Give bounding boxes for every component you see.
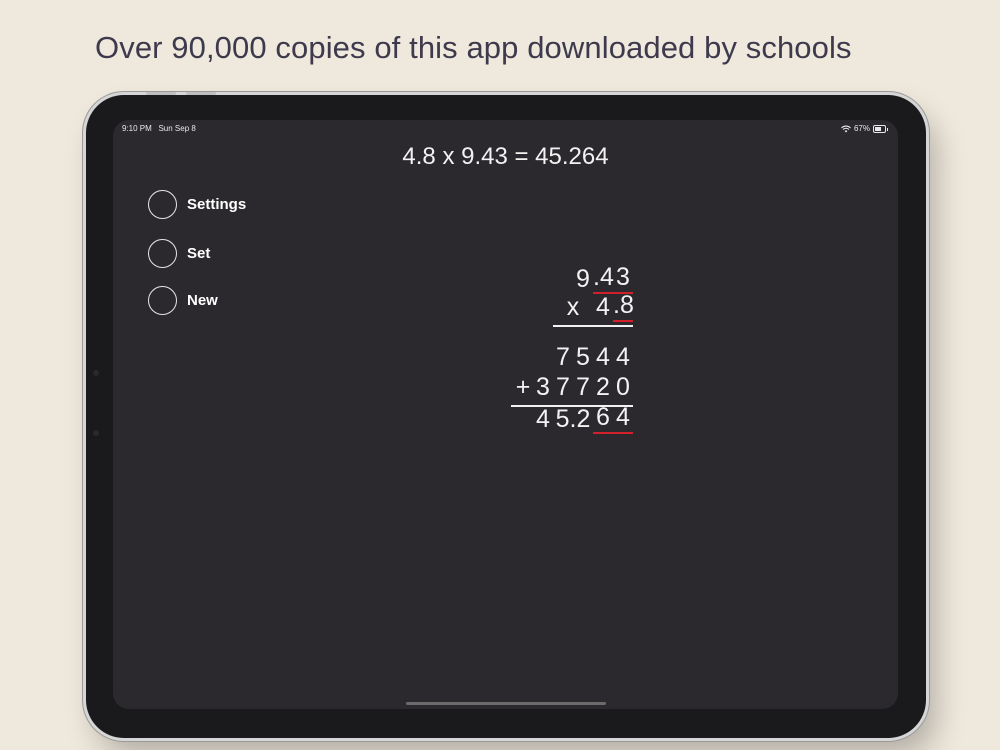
app-screen: 9:10 PM Sun Sep 8 67% 4.8 x 9.43 = 45.26…: [113, 120, 898, 709]
battery-icon: [873, 124, 888, 133]
digit: 4: [616, 343, 630, 371]
headline: Over 90,000 copies of this app downloade…: [95, 30, 852, 65]
new-label: New: [187, 292, 218, 309]
battery-percent: 67%: [853, 124, 870, 133]
digit: 4: [596, 343, 610, 371]
status-bar-left: 9:10 PM Sun Sep 8: [122, 124, 196, 133]
digit: 7: [556, 343, 570, 371]
status-time: 9:10 PM: [122, 124, 152, 133]
partial-product-row: 7 5 4 4: [553, 343, 633, 372]
set-label: Set: [187, 245, 211, 262]
sensor-icon: [93, 430, 99, 436]
new-button[interactable]: New: [148, 286, 218, 315]
digit: 7: [576, 373, 590, 401]
wifi-icon: [841, 125, 851, 132]
radio-circle-icon: [148, 286, 177, 315]
hardware-button: [146, 92, 176, 95]
equation-title: 4.8 x 9.43 = 45.264: [402, 143, 609, 170]
ipad-frame: 9:10 PM Sun Sep 8 67% 4.8 x 9.43 = 45.26…: [86, 92, 926, 738]
digit: 2: [596, 373, 610, 401]
digit: 3: [613, 265, 633, 294]
digit: 0: [616, 373, 630, 401]
digit: 4: [613, 405, 633, 434]
home-indicator[interactable]: [406, 702, 606, 705]
multiplier-row: x 4 .8: [553, 293, 634, 322]
status-date: Sun Sep 8: [158, 124, 196, 133]
status-bar-right: 67%: [841, 124, 888, 133]
radio-circle-icon: [148, 190, 177, 219]
partial-product-row: + 3 7 7 2 0: [513, 373, 633, 402]
digit: 6: [593, 405, 613, 434]
long-multiplication: 9 .4 3 x 4 .8 7 5 4 4 + 3 7 7 2 0 4 5.2 …: [498, 265, 634, 445]
radio-circle-icon: [148, 239, 177, 268]
camera-icon: [93, 370, 99, 376]
digit: 5: [576, 343, 590, 371]
settings-label: Settings: [187, 196, 247, 213]
digit: 4: [596, 293, 610, 321]
result-row: 4 5.2 6 4: [533, 405, 633, 434]
settings-button[interactable]: Settings: [148, 190, 246, 219]
multiply-operator: x: [566, 293, 580, 321]
hardware-button: [186, 92, 216, 95]
digit: 5.2: [555, 405, 591, 433]
digit: 9: [576, 265, 590, 293]
digit: 7: [556, 373, 570, 401]
digit: .4: [593, 265, 614, 294]
set-button[interactable]: Set: [148, 239, 210, 268]
digit: 4: [536, 405, 550, 433]
digit: 3: [536, 373, 550, 401]
divider-line: [553, 325, 633, 327]
digit: .8: [613, 293, 634, 322]
multiplicand-row: 9 .4 3: [573, 265, 633, 294]
plus-operator: +: [515, 373, 531, 401]
